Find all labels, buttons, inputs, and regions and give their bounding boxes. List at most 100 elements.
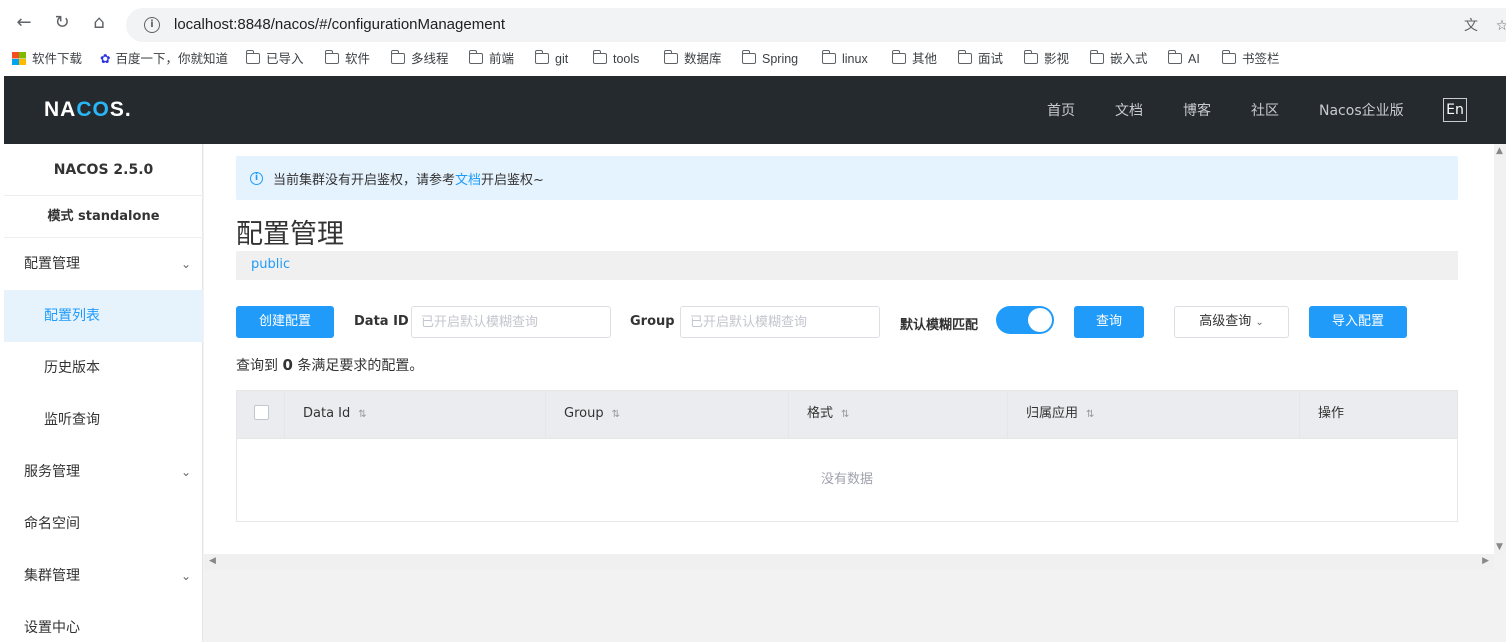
sidebar-item-config-list[interactable]: 配置列表 <box>4 290 203 342</box>
sidebar-item-cluster[interactable]: 集群管理 ⌄ <box>4 550 203 602</box>
config-table: Data Id ⇅ Group ⇅ 格式 ⇅ 归属应用 ⇅ 操作 没有数据 <box>236 390 1458 522</box>
bookmark-folder[interactable]: 面试 <box>957 50 1003 68</box>
scroll-left-icon[interactable]: ◀ <box>209 556 216 566</box>
advanced-query-button[interactable]: 高级查询 ⌄ <box>1174 306 1289 338</box>
nav-community[interactable]: 社区 <box>1251 100 1279 120</box>
result-summary: 查询到 0 条满足要求的配置。 <box>236 356 424 374</box>
chevron-down-icon: ⌄ <box>1255 317 1264 328</box>
browser-toolbar: ← ↻ ⌂ i localhost:8848/nacos/#/configura… <box>0 0 1506 44</box>
mode-label: 模式 standalone <box>4 196 203 238</box>
import-config-button[interactable]: 导入配置 <box>1309 306 1407 338</box>
nav-docs[interactable]: 文档 <box>1115 100 1143 120</box>
translate-icon[interactable]: 文 <box>1462 17 1480 35</box>
address-bar[interactable]: i localhost:8848/nacos/#/configurationMa… <box>126 8 1506 42</box>
select-all-cell <box>237 391 285 439</box>
sidebar-item-config-management[interactable]: 配置管理 ⌄ <box>4 238 203 290</box>
page-title: 配置管理 <box>236 219 344 250</box>
select-all-checkbox[interactable] <box>254 405 269 420</box>
bookmark-folder[interactable]: linux <box>821 50 868 68</box>
namespace-public[interactable]: public <box>251 257 290 272</box>
folder-icon <box>1023 50 1038 64</box>
folder-icon <box>663 50 678 64</box>
nav-blog[interactable]: 博客 <box>1183 100 1211 120</box>
col-format[interactable]: 格式 ⇅ <box>789 391 1008 439</box>
scroll-right-icon[interactable]: ▶ <box>1482 556 1489 566</box>
windows-logo-icon <box>12 52 26 65</box>
bookmark-folder[interactable]: Spring <box>741 50 798 68</box>
query-button[interactable]: 查询 <box>1074 306 1144 338</box>
sort-icon[interactable]: ⇅ <box>1086 409 1094 420</box>
dataid-input[interactable] <box>411 306 611 338</box>
sidebar-item-service-management[interactable]: 服务管理 ⌄ <box>4 446 203 498</box>
site-info-icon[interactable]: i <box>144 17 160 33</box>
folder-icon <box>1089 50 1104 64</box>
bookmark-folder[interactable]: 嵌入式 <box>1089 50 1148 68</box>
horizontal-scrollbar[interactable]: ◀ ▶ <box>204 554 1494 570</box>
vertical-scrollbar[interactable]: ▲ ▼ <box>1494 144 1506 554</box>
folder-icon <box>534 50 549 64</box>
result-count: 0 <box>282 356 293 374</box>
nacos-app: NACOS. 首页 文档 博客 社区 Nacos企业版 En NACOS 2.5… <box>4 76 1506 642</box>
bookmark-folder[interactable]: 数据库 <box>663 50 722 68</box>
fuzzy-match-label: 默认模糊匹配 <box>900 318 979 333</box>
url-text[interactable]: localhost:8848/nacos/#/configurationMana… <box>174 16 505 33</box>
baidu-paw-icon: ✿ <box>100 52 111 66</box>
bookmark-folder[interactable]: 其他 <box>891 50 937 68</box>
col-group[interactable]: Group ⇅ <box>546 391 789 439</box>
bookmark-folder[interactable]: 书签栏 <box>1221 50 1280 68</box>
col-app[interactable]: 归属应用 ⇅ <box>1008 391 1300 439</box>
sidebar-item-listener[interactable]: 监听查询 <box>4 394 203 446</box>
sort-icon[interactable]: ⇅ <box>612 409 620 420</box>
back-icon[interactable]: ← <box>13 12 35 34</box>
folder-icon <box>741 50 756 64</box>
reload-icon[interactable]: ↻ <box>51 12 73 34</box>
home-icon[interactable]: ⌂ <box>88 12 110 34</box>
chevron-down-icon: ⌄ <box>180 257 191 271</box>
bookmark-folder[interactable]: 已导入 <box>245 50 304 68</box>
bookmark-folder[interactable]: git <box>534 50 568 68</box>
docs-link[interactable]: 文档 <box>455 173 481 188</box>
bookmark-item[interactable]: ✿ 百度一下，你就知道 <box>100 50 228 68</box>
bookmark-folder[interactable]: tools <box>592 50 639 68</box>
fuzzy-match-toggle[interactable] <box>996 306 1054 334</box>
nacos-logo[interactable]: NACOS. <box>44 98 132 122</box>
sidebar-item-settings[interactable]: 设置中心 <box>4 602 203 642</box>
bookmark-folder[interactable]: 多线程 <box>390 50 449 68</box>
sidebar-item-history[interactable]: 历史版本 <box>4 342 203 394</box>
folder-icon <box>592 50 607 64</box>
bookmark-folder[interactable]: AI <box>1167 50 1200 68</box>
folder-icon <box>1221 50 1236 64</box>
folder-icon <box>468 50 483 64</box>
group-label: Group <box>630 314 675 329</box>
empty-state: 没有数据 <box>820 472 873 487</box>
bookmark-folder[interactable]: 软件 <box>324 50 370 68</box>
dataid-label: Data ID <box>354 314 409 329</box>
bookmark-star-icon[interactable]: ☆ <box>1493 17 1506 35</box>
bookmarks-bar: 软件下载 ✿ 百度一下，你就知道 已导入 软件 多线程 前端 git tools … <box>0 44 1506 74</box>
scroll-down-icon[interactable]: ▼ <box>1496 542 1503 552</box>
sort-icon[interactable]: ⇅ <box>841 409 849 420</box>
scroll-up-icon[interactable]: ▲ <box>1496 146 1503 156</box>
folder-icon <box>1167 50 1182 64</box>
create-config-button[interactable]: 创建配置 <box>236 306 334 338</box>
info-icon: i <box>250 172 263 185</box>
group-input[interactable] <box>680 306 880 338</box>
bookmark-folder[interactable]: 影视 <box>1023 50 1069 68</box>
bookmark-item[interactable]: 软件下载 <box>12 50 82 68</box>
top-navbar: NACOS. 首页 文档 博客 社区 Nacos企业版 En <box>4 76 1506 144</box>
bookmark-folder[interactable]: 前端 <box>468 50 514 68</box>
main-content: i 当前集群没有开启鉴权，请参考文档开启鉴权~ 配置管理 public 创建配置… <box>204 144 1494 554</box>
nav-enterprise[interactable]: Nacos企业版 <box>1319 100 1404 120</box>
version-label: NACOS 2.5.0 <box>4 144 203 196</box>
col-actions: 操作 <box>1318 406 1345 421</box>
sidebar-item-namespace[interactable]: 命名空间 <box>4 498 203 550</box>
nav-home[interactable]: 首页 <box>1047 100 1075 120</box>
folder-icon <box>390 50 405 64</box>
sort-icon[interactable]: ⇅ <box>358 409 366 420</box>
table-header: Data Id ⇅ Group ⇅ 格式 ⇅ 归属应用 ⇅ 操作 <box>237 391 1457 439</box>
folder-icon <box>324 50 339 64</box>
notice-text: 当前集群没有开启鉴权，请参考文档开启鉴权~ <box>273 173 544 188</box>
toggle-knob <box>1028 308 1052 332</box>
language-toggle[interactable]: En <box>1443 98 1467 122</box>
col-dataid[interactable]: Data Id ⇅ <box>285 391 546 439</box>
